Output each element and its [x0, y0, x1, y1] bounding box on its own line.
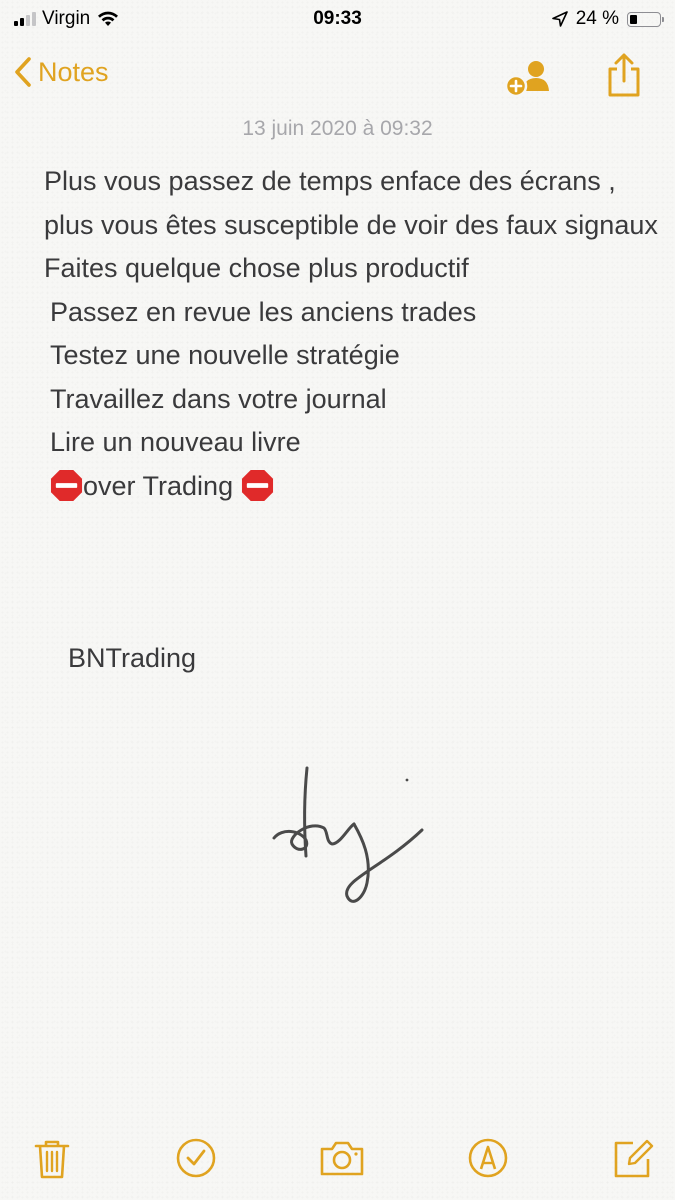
battery-icon [627, 11, 664, 27]
checklist-icon[interactable] [175, 1137, 217, 1179]
compose-icon[interactable] [611, 1137, 655, 1181]
bottom-toolbar [0, 1130, 675, 1190]
location-arrow-icon [551, 11, 568, 27]
signature-name: BNTrading [68, 643, 197, 673]
note-date: 13 juin 2020 à 09:32 [242, 117, 433, 140]
camera-icon[interactable] [318, 1137, 366, 1179]
markup-icon[interactable] [467, 1137, 509, 1179]
signature-drawing [272, 766, 424, 903]
list-item: Lire un nouveau livre [50, 427, 301, 457]
stop-sign-icon [241, 469, 273, 501]
note-paragraph: Plus vous passez de temps enface des écr… [44, 166, 658, 283]
back-button[interactable]: Notes [14, 56, 109, 88]
status-bar: Virgin 09:33 24 % [0, 0, 675, 38]
list-item: Travaillez dans votre journal [50, 383, 387, 414]
battery-percent: 24 % [575, 8, 619, 29]
stop-sign-icon [50, 469, 83, 501]
list-item: Passez en revue les anciens trades [50, 296, 477, 327]
trash-icon[interactable] [32, 1137, 72, 1181]
note-body[interactable]: Plus vous passez de temps enface des écr… [44, 160, 664, 508]
stop-line: over Trading [44, 465, 664, 509]
share-icon[interactable] [606, 52, 642, 98]
status-right: 24 % [551, 8, 664, 30]
back-label: Notes [38, 56, 109, 87]
add-people-icon[interactable] [503, 58, 553, 98]
list-item: Testez une nouvelle stratégie [50, 340, 400, 370]
chevron-left-icon [15, 57, 31, 87]
stop-line-text: over Trading [83, 470, 234, 501]
